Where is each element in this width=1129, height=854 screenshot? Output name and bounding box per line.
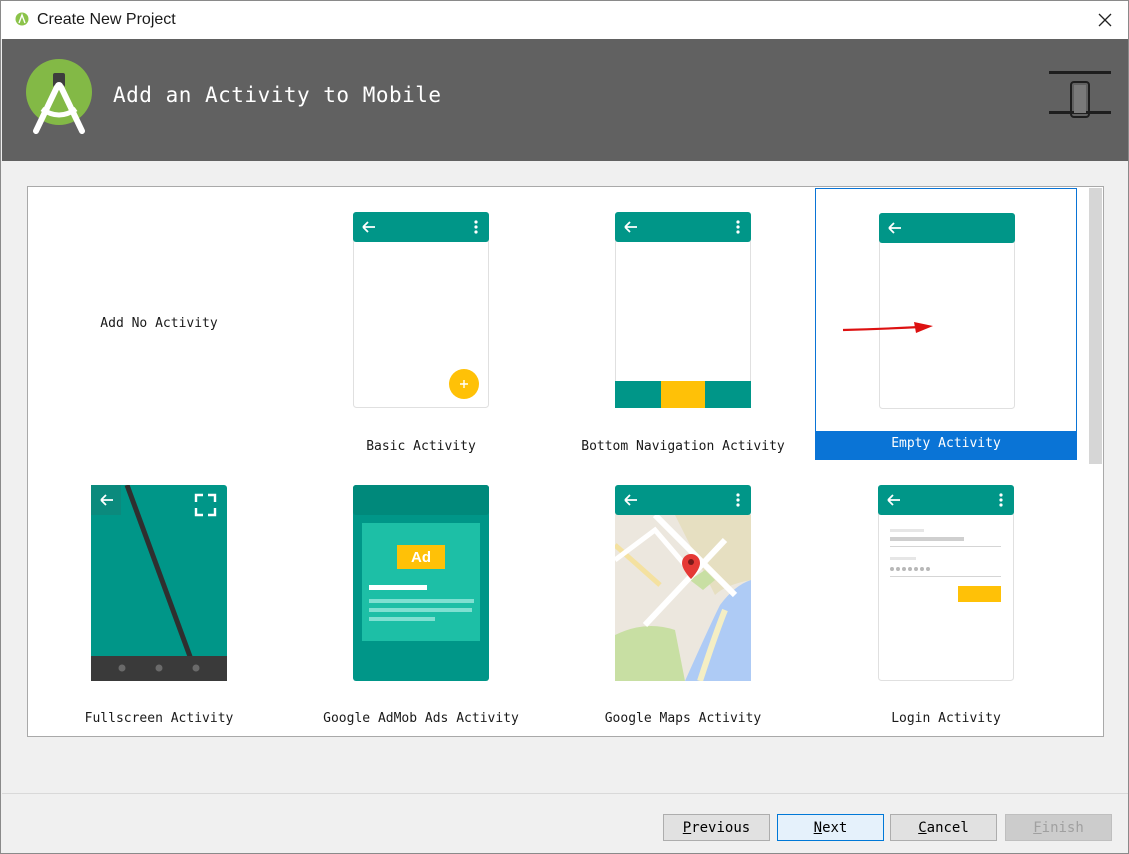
previous-button[interactable]: Previous <box>663 814 770 841</box>
tile-empty-activity[interactable]: Empty Activity <box>815 188 1077 460</box>
tile-label: Google AdMob Ads Activity <box>323 711 519 726</box>
tile-label: Bottom Navigation Activity <box>581 439 785 454</box>
title-bar: Create New Project <box>1 1 1128 39</box>
tile-label: Add No Activity <box>100 316 218 331</box>
create-new-project-dialog: Create New Project Add an Activity to Mo… <box>0 0 1129 854</box>
footer-divider <box>2 793 1128 794</box>
tile-fullscreen-activity[interactable]: Fullscreen Activity <box>28 460 290 732</box>
bottom-navigation-thumbnail <box>615 212 751 408</box>
fullscreen-activity-thumbnail <box>91 485 227 681</box>
admob-activity-thumbnail: Ad <box>353 485 489 681</box>
tile-google-maps-activity[interactable]: Google Maps Activity <box>552 460 814 732</box>
tile-label: Google Maps Activity <box>604 711 762 726</box>
window-title: Create New Project <box>37 11 176 28</box>
ad-badge-text: Ad <box>411 549 431 566</box>
close-button[interactable] <box>1082 1 1128 39</box>
tile-login-activity[interactable]: Login Activity <box>815 460 1077 732</box>
tile-label: Basic Activity <box>366 439 476 454</box>
basic-activity-thumbnail <box>353 212 489 408</box>
tile-label: Empty Activity <box>816 431 1076 459</box>
android-studio-small-icon <box>15 12 29 26</box>
finish-button[interactable]: Finish <box>1005 814 1112 841</box>
close-icon <box>1098 13 1112 27</box>
activity-gallery: Add No Activity Basic Activity Bottom Na… <box>27 186 1104 737</box>
tile-label: Login Activity <box>891 711 1001 726</box>
cancel-button[interactable]: Cancel <box>890 814 997 841</box>
device-form-factor-icon <box>1049 71 1111 118</box>
tile-bottom-navigation-activity[interactable]: Bottom Navigation Activity <box>552 188 814 460</box>
tile-add-no-activity[interactable]: Add No Activity <box>28 188 290 460</box>
gallery-scrollbar-thumb[interactable] <box>1089 188 1102 464</box>
tile-basic-activity[interactable]: Basic Activity <box>290 188 552 460</box>
next-button[interactable]: Next <box>777 814 884 841</box>
tile-google-admob-ads-activity[interactable]: Ad Google AdMob Ads Activity <box>290 460 552 732</box>
tile-label: Fullscreen Activity <box>84 711 234 726</box>
wizard-header: Add an Activity to Mobile <box>2 39 1128 161</box>
page-heading: Add an Activity to Mobile <box>113 83 442 107</box>
android-studio-logo-icon <box>26 59 92 134</box>
red-arrow-annotation <box>842 322 933 333</box>
empty-activity-thumbnail <box>879 213 1015 409</box>
login-activity-thumbnail <box>878 485 1014 681</box>
maps-activity-thumbnail <box>615 485 751 681</box>
